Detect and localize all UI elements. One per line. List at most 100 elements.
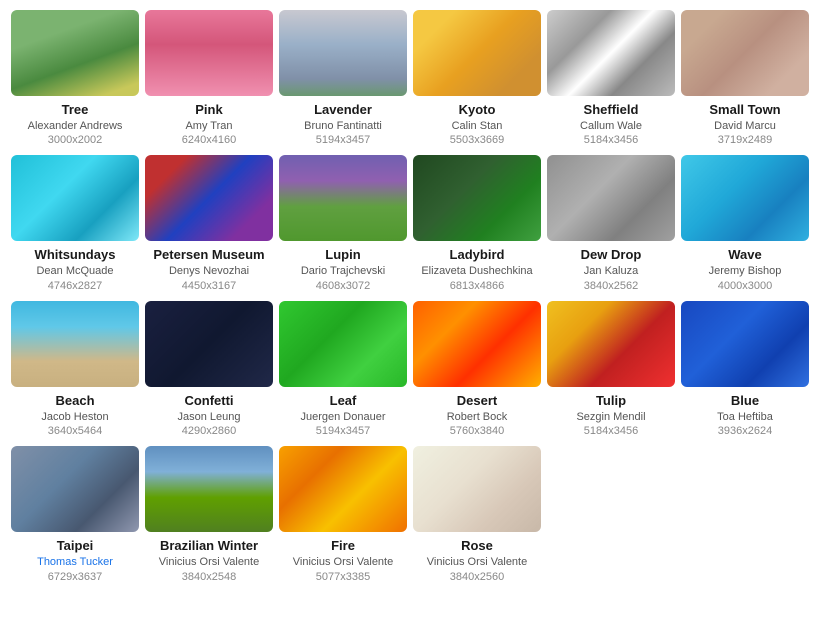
author-confetti: Jason Leung (178, 410, 241, 424)
title-rose: Rose (461, 538, 493, 555)
dims-fire: 5077x3385 (316, 570, 370, 584)
grid-item-leaf[interactable]: LeafJuergen Donauer5194x3457 (278, 301, 408, 438)
title-blue: Blue (731, 393, 759, 410)
thumbnail-tulip (547, 301, 675, 387)
author-blue: Toa Heftiba (717, 410, 773, 424)
dims-blue: 3936x2624 (718, 424, 772, 438)
title-petersen: Petersen Museum (153, 247, 264, 264)
dims-leaf: 5194x3457 (316, 424, 370, 438)
title-desert: Desert (457, 393, 497, 410)
grid-item-wave[interactable]: WaveJeremy Bishop4000x3000 (680, 155, 810, 292)
thumbnail-confetti (145, 301, 273, 387)
title-dewdrop: Dew Drop (581, 247, 642, 264)
thumbnail-kyoto (413, 10, 541, 96)
title-taipei: Taipei (57, 538, 94, 555)
dims-tree: 3000x2002 (48, 133, 102, 147)
author-tulip: Sezgin Mendil (576, 410, 645, 424)
grid-item-blue[interactable]: BlueToa Heftiba3936x2624 (680, 301, 810, 438)
dims-dewdrop: 3840x2562 (584, 279, 638, 293)
dims-ladybird: 6813x4866 (450, 279, 504, 293)
author-smalltown: David Marcu (714, 119, 776, 133)
thumbnail-taipei (11, 446, 139, 532)
thumbnail-brazilianwinter (145, 446, 273, 532)
grid-item-sheffield[interactable]: SheffieldCallum Wale5184x3456 (546, 10, 676, 147)
author-beach: Jacob Heston (41, 410, 108, 424)
photo-grid: TreeAlexander Andrews3000x2002PinkAmy Tr… (10, 10, 810, 584)
thumbnail-tree (11, 10, 139, 96)
author-sheffield: Callum Wale (580, 119, 642, 133)
dims-rose: 3840x2560 (450, 570, 504, 584)
grid-item-rose[interactable]: RoseVinicius Orsi Valente3840x2560 (412, 446, 542, 583)
thumbnail-ladybird (413, 155, 541, 241)
title-leaf: Leaf (330, 393, 357, 410)
author-brazilianwinter: Vinicius Orsi Valente (159, 555, 259, 569)
author-pink: Amy Tran (185, 119, 232, 133)
author-whitsundays: Dean McQuade (36, 264, 113, 278)
author-desert: Robert Bock (447, 410, 508, 424)
dims-lavender: 5194x3457 (316, 133, 370, 147)
author-ladybird: Elizaveta Dushechkina (421, 264, 532, 278)
title-pink: Pink (195, 102, 222, 119)
thumbnail-wave (681, 155, 809, 241)
author-lavender: Bruno Fantinatti (304, 119, 382, 133)
dims-petersen: 4450x3167 (182, 279, 236, 293)
title-wave: Wave (728, 247, 761, 264)
dims-confetti: 4290x2860 (182, 424, 236, 438)
grid-item-tree[interactable]: TreeAlexander Andrews3000x2002 (10, 10, 140, 147)
dims-tulip: 5184x3456 (584, 424, 638, 438)
thumbnail-whitsundays (11, 155, 139, 241)
thumbnail-rose (413, 446, 541, 532)
thumbnail-dewdrop (547, 155, 675, 241)
grid-item-kyoto[interactable]: KyotoCalin Stan5503x3669 (412, 10, 542, 147)
thumbnail-lavender (279, 10, 407, 96)
author-fire: Vinicius Orsi Valente (293, 555, 393, 569)
author-lupin: Dario Trajchevski (301, 264, 385, 278)
grid-item-brazilianwinter[interactable]: Brazilian WinterVinicius Orsi Valente384… (144, 446, 274, 583)
author-taipei[interactable]: Thomas Tucker (37, 555, 113, 569)
title-smalltown: Small Town (709, 102, 780, 119)
title-fire: Fire (331, 538, 355, 555)
title-ladybird: Ladybird (450, 247, 505, 264)
author-tree: Alexander Andrews (28, 119, 123, 133)
grid-item-ladybird[interactable]: LadybirdElizaveta Dushechkina6813x4866 (412, 155, 542, 292)
thumbnail-beach (11, 301, 139, 387)
dims-whitsundays: 4746x2827 (48, 279, 102, 293)
grid-item-taipei[interactable]: TaipeiThomas Tucker6729x3637 (10, 446, 140, 583)
title-tulip: Tulip (596, 393, 626, 410)
grid-item-petersen[interactable]: Petersen MuseumDenys Nevozhai4450x3167 (144, 155, 274, 292)
grid-item-confetti[interactable]: ConfettiJason Leung4290x2860 (144, 301, 274, 438)
author-petersen: Denys Nevozhai (169, 264, 249, 278)
title-sheffield: Sheffield (584, 102, 639, 119)
author-dewdrop: Jan Kaluza (584, 264, 638, 278)
thumbnail-lupin (279, 155, 407, 241)
grid-item-smalltown[interactable]: Small TownDavid Marcu3719x2489 (680, 10, 810, 147)
grid-item-tulip[interactable]: TulipSezgin Mendil5184x3456 (546, 301, 676, 438)
dims-desert: 5760x3840 (450, 424, 504, 438)
title-whitsundays: Whitsundays (35, 247, 116, 264)
grid-item-whitsundays[interactable]: WhitsundaysDean McQuade4746x2827 (10, 155, 140, 292)
thumbnail-smalltown (681, 10, 809, 96)
grid-item-lupin[interactable]: LupinDario Trajchevski4608x3072 (278, 155, 408, 292)
dims-beach: 3640x5464 (48, 424, 102, 438)
title-tree: Tree (62, 102, 89, 119)
author-rose: Vinicius Orsi Valente (427, 555, 527, 569)
title-beach: Beach (55, 393, 94, 410)
thumbnail-petersen (145, 155, 273, 241)
grid-item-desert[interactable]: DesertRobert Bock5760x3840 (412, 301, 542, 438)
grid-item-pink[interactable]: PinkAmy Tran6240x4160 (144, 10, 274, 147)
author-leaf: Juergen Donauer (300, 410, 385, 424)
author-kyoto: Calin Stan (452, 119, 503, 133)
grid-item-dewdrop[interactable]: Dew DropJan Kaluza3840x2562 (546, 155, 676, 292)
title-kyoto: Kyoto (459, 102, 496, 119)
thumbnail-blue (681, 301, 809, 387)
dims-brazilianwinter: 3840x2548 (182, 570, 236, 584)
dims-smalltown: 3719x2489 (718, 133, 772, 147)
thumbnail-sheffield (547, 10, 675, 96)
thumbnail-pink (145, 10, 273, 96)
thumbnail-fire (279, 446, 407, 532)
dims-wave: 4000x3000 (718, 279, 772, 293)
grid-item-beach[interactable]: BeachJacob Heston3640x5464 (10, 301, 140, 438)
grid-item-fire[interactable]: FireVinicius Orsi Valente5077x3385 (278, 446, 408, 583)
title-lavender: Lavender (314, 102, 372, 119)
grid-item-lavender[interactable]: LavenderBruno Fantinatti5194x3457 (278, 10, 408, 147)
